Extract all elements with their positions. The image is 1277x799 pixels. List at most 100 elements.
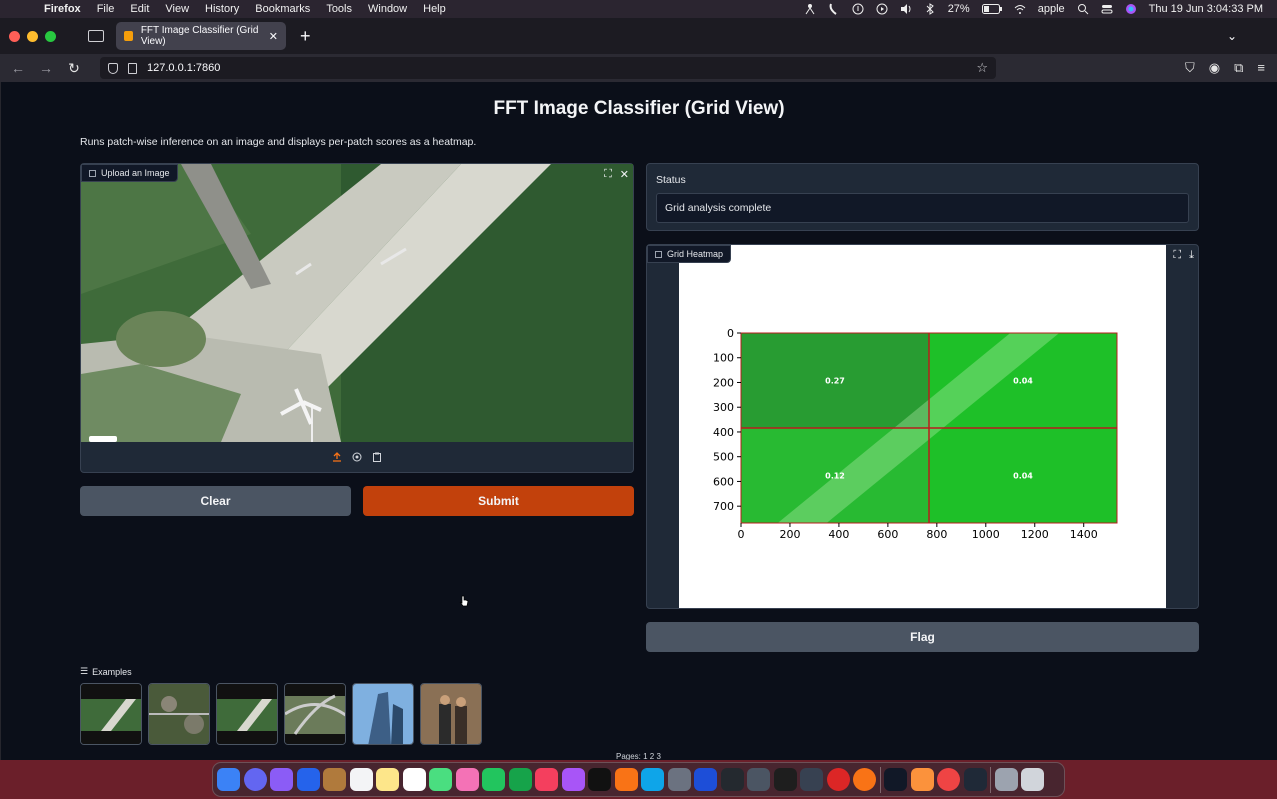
terminal-icon[interactable] — [963, 768, 987, 791]
examples-header: ☰ Examples — [80, 666, 132, 677]
help-icon[interactable] — [747, 768, 770, 791]
siri-icon[interactable] — [1125, 3, 1137, 15]
back-button[interactable]: ← — [4, 60, 32, 76]
info-icon[interactable] — [852, 3, 864, 15]
fullscreen-icon[interactable]: ⛶ — [1173, 249, 1181, 262]
bluetooth-off-icon[interactable] — [924, 3, 936, 15]
launchpad-icon[interactable] — [270, 768, 293, 791]
submit-button[interactable]: Submit — [363, 486, 634, 516]
clear-button[interactable]: Clear — [80, 486, 351, 516]
music-icon[interactable] — [535, 768, 558, 791]
volume-icon[interactable] — [900, 3, 912, 15]
tab-overview-icon[interactable] — [88, 30, 104, 42]
tracking-shield-icon[interactable] — [108, 62, 118, 74]
example-thumbnail[interactable] — [80, 683, 142, 745]
menu-app-name[interactable]: Firefox — [36, 3, 89, 15]
status-textbox[interactable]: Grid analysis complete — [656, 193, 1189, 223]
battery-icon[interactable] — [981, 4, 1002, 14]
figma-icon[interactable] — [773, 768, 797, 791]
apple-tv-icon[interactable] — [588, 768, 611, 791]
tab-active[interactable]: FFT Image Classifier (Grid View) ✕ — [116, 22, 286, 50]
maps-icon[interactable] — [429, 768, 452, 791]
menu-window[interactable]: Window — [360, 3, 415, 15]
window-zoom-button[interactable] — [45, 30, 56, 42]
podcasts-icon[interactable] — [561, 768, 585, 791]
menu-file[interactable]: File — [89, 3, 123, 15]
reminders-icon[interactable] — [402, 768, 426, 791]
anaconda-icon[interactable] — [910, 768, 934, 791]
pagination[interactable]: Pages: 1 2 3 — [616, 752, 661, 760]
facetime-icon[interactable] — [508, 768, 532, 791]
menu-edit[interactable]: Edit — [122, 3, 157, 15]
page-info-icon[interactable] — [128, 62, 137, 74]
control-center-icon[interactable] — [1101, 3, 1113, 15]
example-thumbnail[interactable] — [420, 683, 482, 745]
github-desktop-icon[interactable] — [720, 768, 744, 791]
webcam-icon[interactable] — [352, 452, 362, 462]
window-close-button[interactable] — [9, 30, 20, 42]
url-bar[interactable]: 127.0.0.1:7860 ☆ — [100, 57, 996, 79]
example-thumbnail[interactable] — [216, 683, 278, 745]
bookmark-star-icon[interactable]: ☆ — [976, 60, 988, 76]
fullscreen-icon[interactable]: ⛶ — [604, 168, 612, 181]
forward-button[interactable]: → — [32, 60, 60, 76]
reload-button[interactable]: ↻ — [60, 60, 88, 77]
heatmap-cell-label: 0.04 — [1013, 472, 1033, 481]
play-icon[interactable] — [876, 3, 888, 15]
firefox-icon[interactable] — [853, 768, 876, 791]
list-all-tabs-icon[interactable]: ⌄ — [1227, 29, 1237, 43]
siri-dock-icon[interactable] — [243, 768, 267, 791]
menu-user[interactable]: apple — [1038, 3, 1065, 15]
example-thumbnail[interactable] — [352, 683, 414, 745]
tab-close-icon[interactable]: ✕ — [269, 30, 278, 43]
app-store-icon[interactable] — [641, 768, 664, 791]
youtube-icon[interactable] — [826, 768, 850, 791]
terminal-alt-icon[interactable] — [884, 768, 907, 791]
calendar-icon[interactable] — [349, 768, 373, 791]
menu-tools[interactable]: Tools — [318, 3, 360, 15]
grid-heatmap-panel: 0.27 0.04 0.12 0.04 0 200 400 600 800 1000 1200 140… — [646, 244, 1199, 609]
spotlight-search-icon[interactable] — [1077, 3, 1089, 15]
flag-button[interactable]: Flag — [646, 622, 1199, 652]
clear-image-icon[interactable]: ✕ — [620, 168, 629, 181]
new-tab-button[interactable]: + — [300, 26, 311, 47]
menu-clock[interactable]: Thu 19 Jun 3:04:33 PM — [1149, 3, 1263, 15]
example-thumbnail[interactable] — [284, 683, 346, 745]
app-menu-icon[interactable]: ≡ — [1257, 60, 1265, 76]
account-icon[interactable]: ◉ — [1209, 60, 1220, 76]
contacts-icon[interactable] — [323, 768, 346, 791]
url-text[interactable]: 127.0.0.1:7860 — [147, 62, 220, 74]
phone-icon[interactable] — [828, 3, 840, 15]
menu-history[interactable]: History — [197, 3, 247, 15]
upload-icon[interactable] — [332, 452, 342, 462]
books-icon[interactable] — [614, 768, 638, 791]
menu-view[interactable]: View — [157, 3, 197, 15]
vscode-icon[interactable] — [694, 768, 717, 791]
heatmap-chart: 0.27 0.040.12 0.040 200 400 600 800 1000 1200 140… — [713, 327, 1118, 541]
menu-bookmarks[interactable]: Bookmarks — [247, 3, 318, 15]
heatmap-cell-label: 0.04 — [1013, 377, 1033, 386]
notes-icon[interactable] — [376, 768, 399, 791]
menu-help[interactable]: Help — [415, 3, 454, 15]
system-settings-icon[interactable] — [667, 768, 691, 791]
trash-icon[interactable] — [1021, 768, 1044, 791]
upload-image-panel[interactable]: Upload an Image ⛶ ✕ — [80, 163, 634, 473]
messages-icon[interactable] — [482, 768, 505, 791]
gradio-favicon-icon — [124, 31, 133, 41]
chrome-icon[interactable] — [937, 768, 960, 791]
example-thumbnail[interactable] — [148, 683, 210, 745]
clipboard-icon[interactable] — [372, 452, 382, 462]
download-icon[interactable]: ⤓ — [1189, 249, 1194, 262]
mail-icon[interactable] — [296, 768, 320, 791]
photos-icon[interactable] — [455, 768, 479, 791]
pocket-icon[interactable]: ⛉ — [1185, 60, 1195, 76]
downloads-stack-icon[interactable] — [994, 768, 1018, 791]
finder-icon[interactable] — [217, 768, 240, 791]
wifi-icon[interactable] — [1014, 3, 1026, 15]
accessibility-icon[interactable] — [804, 3, 816, 15]
status-label: Status — [656, 174, 686, 186]
extensions-icon[interactable]: ⧉ — [1234, 60, 1243, 76]
chatgpt-icon[interactable] — [800, 768, 823, 791]
y-tick-label: 700 — [713, 500, 734, 513]
window-minimize-button[interactable] — [27, 30, 38, 42]
